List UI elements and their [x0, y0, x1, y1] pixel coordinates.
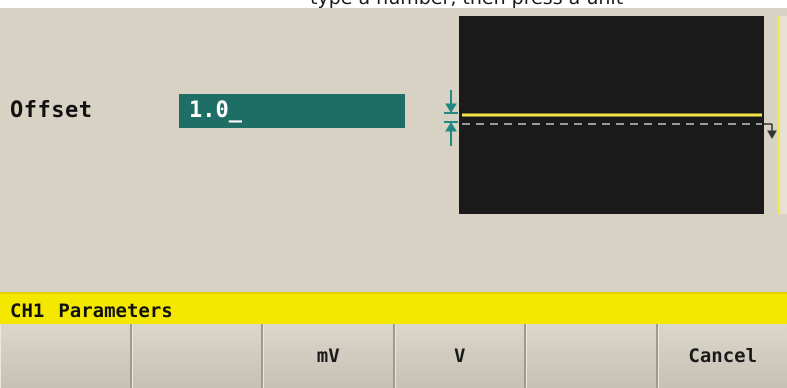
softkey-row: mV V Cancel: [0, 324, 787, 388]
softkey-1[interactable]: [0, 324, 132, 388]
softkey-2[interactable]: [131, 324, 263, 388]
down-arrow-icon: [764, 123, 777, 140]
scale-bar-edge: [780, 16, 787, 214]
instrument-screen: type a number, then press a unit Offset …: [0, 0, 787, 388]
status-bar: CH1 Parameters: [0, 292, 787, 324]
status-title: Parameters: [58, 300, 173, 322]
cancel-button[interactable]: Cancel: [657, 324, 787, 388]
softkey-5[interactable]: [526, 324, 658, 388]
v-unit-button[interactable]: V: [394, 324, 526, 388]
channel-indicator: CH1: [10, 300, 45, 322]
offset-arrows-icon: [444, 90, 458, 146]
mv-unit-button[interactable]: mV: [263, 324, 395, 388]
